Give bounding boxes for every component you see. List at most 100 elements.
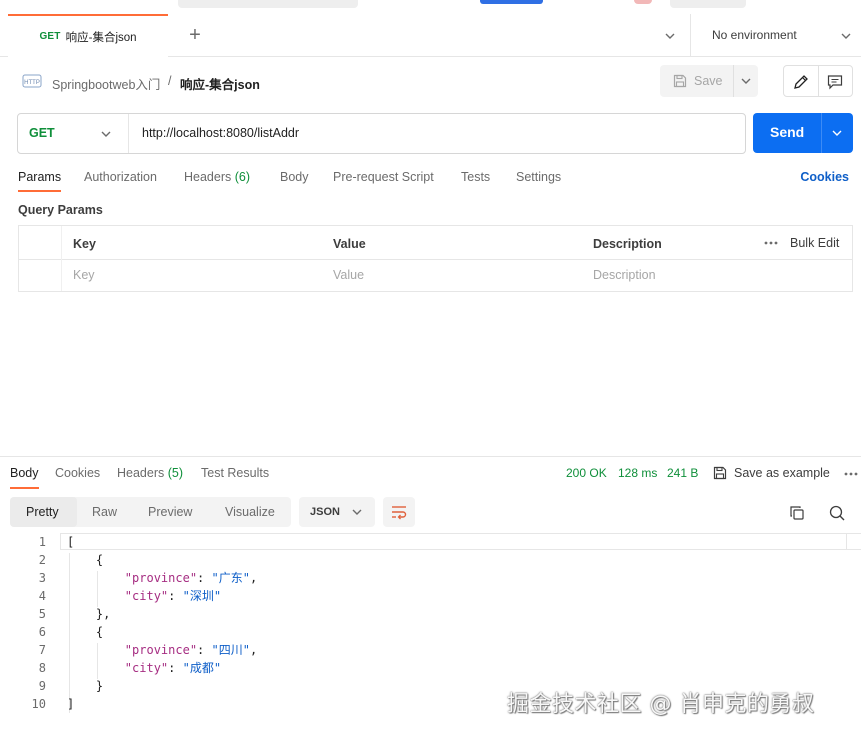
code-text: "province": "四川", — [67, 641, 257, 659]
line-number: 10 — [31, 697, 46, 711]
environment-selector[interactable]: No environment — [712, 28, 797, 42]
request-tab[interactable]: GET 响应-集合json — [8, 14, 168, 57]
json-trail: , — [249, 643, 258, 657]
line-number: 7 — [38, 643, 46, 657]
tab-headers-label: Headers — [184, 170, 232, 184]
view-raw[interactable]: Raw — [92, 505, 117, 519]
view-preview[interactable]: Preview — [148, 505, 192, 519]
format-selector[interactable]: JSON — [299, 497, 375, 527]
response-tab-headers-count: (5) — [167, 466, 184, 480]
http-icon: HTTP — [22, 74, 42, 88]
breadcrumb-separator: / — [168, 74, 172, 88]
more-options-icon[interactable] — [763, 236, 779, 250]
wrap-lines-button[interactable] — [383, 497, 415, 527]
json-trail: , — [249, 571, 258, 585]
bulk-edit-link[interactable]: Bulk Edit — [790, 236, 839, 250]
line-number: 6 — [38, 625, 46, 639]
window-tab-segment — [178, 0, 358, 8]
response-time[interactable]: 128 ms — [618, 466, 657, 480]
breadcrumb-row: HTTP Springbootweb入门 / 响应-集合json Save — [0, 57, 861, 105]
chevron-down-icon[interactable] — [98, 126, 114, 142]
key-input[interactable]: Key — [73, 268, 95, 282]
svg-text:HTTP: HTTP — [24, 80, 40, 86]
request-tabs: Params Authorization Headers (6) Body Pr… — [0, 162, 861, 192]
json-value: "成都" — [182, 661, 222, 675]
divider — [821, 113, 822, 153]
response-tab-headers[interactable]: Headers (5) — [117, 466, 183, 480]
response-size[interactable]: 241 B — [667, 466, 698, 480]
status-code[interactable]: 200 OK — [566, 466, 607, 480]
avatar-edge — [634, 0, 652, 4]
chevron-down-icon[interactable] — [829, 125, 845, 141]
tab-params[interactable]: Params — [18, 170, 61, 184]
line-number: 5 — [38, 607, 46, 621]
tab-pre-request-script[interactable]: Pre-request Script — [333, 170, 434, 184]
code-text: } — [67, 679, 104, 693]
view-pretty[interactable]: Pretty — [26, 505, 59, 519]
response-tabs: Body Cookies Headers (5) Test Results 20… — [0, 457, 861, 489]
chevron-down-icon — [352, 509, 362, 515]
query-params-title: Query Params — [18, 203, 103, 217]
table-header-row — [19, 226, 852, 260]
divider — [61, 226, 62, 291]
more-options-icon[interactable] — [843, 467, 859, 481]
view-visualize[interactable]: Visualize — [225, 505, 275, 519]
view-mode-group: Pretty Raw Preview Visualize — [10, 497, 291, 527]
save-as-example-button[interactable]: Save as example — [734, 466, 830, 480]
send-label: Send — [770, 124, 805, 140]
response-tab-body[interactable]: Body — [10, 466, 39, 480]
send-button[interactable]: Send — [753, 113, 853, 153]
json-key: "city" — [124, 589, 169, 603]
code-line: 8 "city": "成都" — [0, 659, 861, 677]
search-icon[interactable] — [828, 504, 846, 522]
response-view-toolbar: Pretty Raw Preview Visualize JSON — [0, 495, 861, 529]
save-label: Save — [694, 74, 723, 88]
chevron-down-icon[interactable] — [662, 28, 678, 44]
copy-icon[interactable] — [788, 504, 806, 522]
edit-comment-group — [783, 65, 853, 97]
column-header-value: Value — [333, 237, 366, 251]
top-strip — [0, 0, 861, 14]
pencil-icon[interactable] — [792, 73, 810, 91]
json-value: "四川" — [211, 643, 250, 657]
tab-headers-count: (6) — [234, 170, 251, 184]
description-input[interactable]: Description — [593, 268, 656, 282]
save-button[interactable]: Save — [660, 65, 758, 97]
tab-settings[interactable]: Settings — [516, 170, 561, 184]
line-number: 8 — [38, 661, 46, 675]
wrap-lines-icon — [392, 506, 407, 520]
response-tab-cookies[interactable]: Cookies — [55, 466, 100, 480]
value-input[interactable]: Value — [333, 268, 364, 282]
breadcrumb-current[interactable]: 响应-集合json — [180, 74, 260, 93]
response-tab-headers-label: Headers — [117, 466, 165, 480]
tab-authorization[interactable]: Authorization — [84, 170, 157, 184]
code-text: "province": "广东", — [67, 569, 257, 587]
code-line: 1[ — [0, 533, 861, 551]
line-number: 9 — [38, 679, 46, 693]
chevron-down-icon[interactable] — [838, 28, 854, 44]
method-selector[interactable]: GET — [29, 126, 55, 140]
code-line: 5 }, — [0, 605, 861, 623]
save-icon — [713, 466, 727, 480]
code-text: }, — [67, 607, 111, 621]
cookies-link[interactable]: Cookies — [800, 170, 849, 184]
watermark: 掘金技术社区 @ 肖申克的勇叔 — [507, 692, 815, 717]
url-input[interactable]: http://localhost:8080/listAddr — [142, 126, 299, 140]
response-tab-test-results[interactable]: Test Results — [201, 466, 269, 480]
request-tab-name: 响应-集合json — [65, 31, 137, 44]
new-tab-icon[interactable]: + — [184, 24, 206, 46]
tab-body[interactable]: Body — [280, 170, 309, 184]
save-icon — [673, 74, 687, 88]
line-number: 2 — [38, 553, 46, 567]
tab-tests[interactable]: Tests — [461, 170, 490, 184]
chevron-down-icon[interactable] — [738, 73, 754, 89]
breadcrumb-parent[interactable]: Springbootweb入门 — [52, 74, 160, 93]
line-number: 3 — [38, 571, 46, 585]
divider — [128, 114, 129, 153]
json-key: "province" — [124, 643, 198, 657]
divider — [818, 66, 819, 96]
line-number: 1 — [38, 535, 46, 549]
comment-icon[interactable] — [826, 73, 844, 91]
tab-headers[interactable]: Headers (6) — [184, 170, 250, 184]
